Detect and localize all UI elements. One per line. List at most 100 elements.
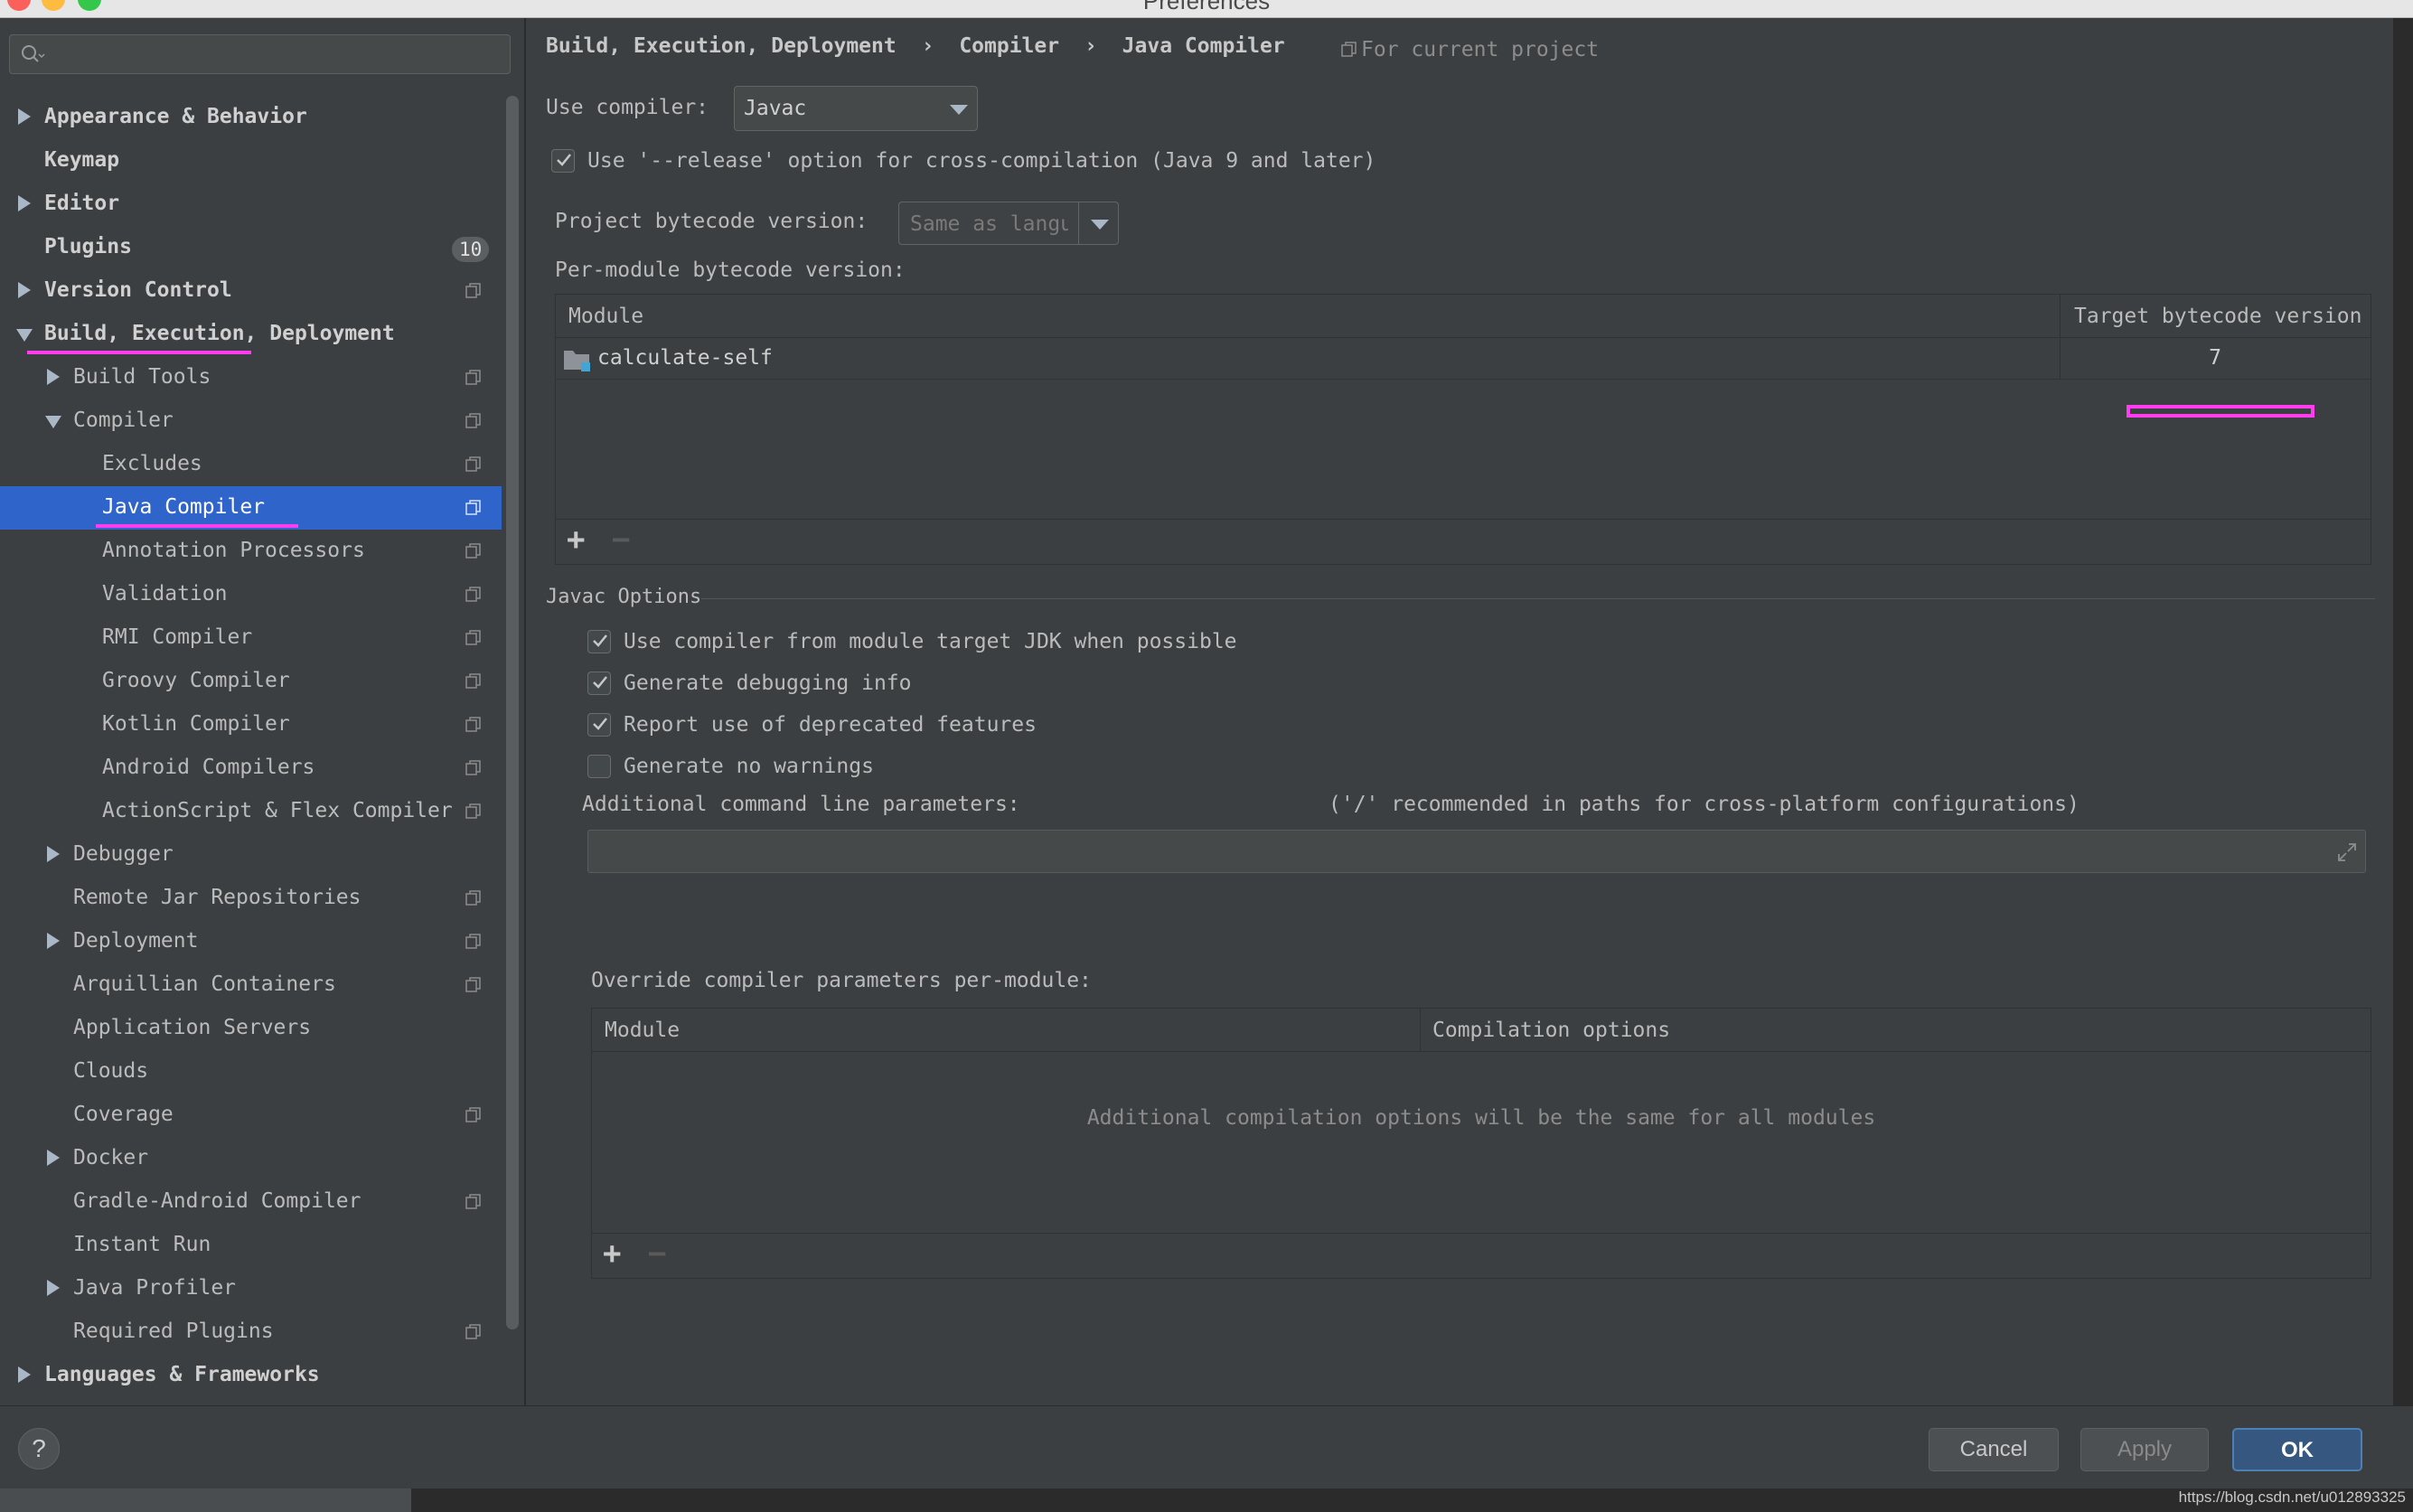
sidebar-item[interactable]: Remote Jar Repositories: [0, 877, 502, 920]
sidebar-item[interactable]: Tools: [0, 1397, 502, 1405]
sidebar-item-label: ActionScript & Flex Compiler: [102, 799, 453, 822]
sidebar-item[interactable]: ActionScript & Flex Compiler: [0, 790, 502, 833]
column-header-module[interactable]: Module: [568, 305, 643, 328]
sidebar-item[interactable]: Keymap: [0, 139, 502, 183]
sidebar-item[interactable]: Build Tools: [0, 356, 502, 399]
javac-options-title: Javac Options: [546, 586, 702, 608]
sidebar-item[interactable]: RMI Compiler: [0, 616, 502, 660]
option-checkbox-no-warnings[interactable]: [587, 755, 611, 778]
option-label[interactable]: Report use of deprecated features: [624, 713, 1037, 737]
sidebar-item-label: Groovy Compiler: [102, 669, 290, 692]
chevron-right-icon[interactable]: [47, 846, 60, 862]
option-label[interactable]: Generate no warnings: [624, 755, 874, 778]
highlight-underline: [27, 351, 251, 354]
chevron-right-icon[interactable]: [47, 1280, 60, 1296]
table-toolbar: + −: [592, 1233, 2371, 1278]
sidebar-item[interactable]: Excludes: [0, 443, 502, 486]
project-scope-icon: [465, 1194, 481, 1209]
cancel-button[interactable]: Cancel: [1929, 1428, 2059, 1471]
sidebar-item[interactable]: Appearance & Behavior: [0, 96, 502, 139]
add-override-button[interactable]: +: [603, 1235, 621, 1272]
release-option-label[interactable]: Use '--release' option for cross-compila…: [587, 149, 1376, 173]
column-header-module[interactable]: Module: [605, 1019, 680, 1042]
chevron-right-icon[interactable]: [18, 282, 31, 298]
project-bytecode-select[interactable]: Same as langu: [898, 202, 1119, 245]
table-row[interactable]: calculate-self 7: [556, 338, 2371, 380]
sidebar-item[interactable]: Languages & Frameworks: [0, 1354, 502, 1397]
project-scope-icon: [465, 500, 481, 515]
chevron-right-icon[interactable]: [18, 195, 31, 211]
ok-button[interactable]: OK: [2232, 1428, 2362, 1471]
sidebar-item[interactable]: Plugins 10: [0, 226, 502, 269]
sidebar-item[interactable]: Version Control: [0, 269, 502, 313]
sidebar-item[interactable]: Gradle-Android Compiler: [0, 1180, 502, 1224]
chevron-down-icon[interactable]: [16, 329, 33, 342]
group-divider: [701, 598, 2375, 599]
sidebar-item[interactable]: Arquillian Containers: [0, 963, 502, 1007]
additional-params-hint: ('/' recommended in paths for cross-plat…: [1329, 793, 2080, 816]
highlight-underline: [96, 524, 298, 528]
expand-icon[interactable]: [2336, 841, 2358, 863]
sidebar-item[interactable]: Editor: [0, 183, 502, 226]
breadcrumb-item[interactable]: Compiler: [959, 34, 1059, 58]
target-version-value[interactable]: 7: [2060, 346, 2371, 370]
option-checkbox-deprecated[interactable]: [587, 713, 611, 737]
chevron-down-icon[interactable]: [45, 416, 61, 428]
search-input[interactable]: [9, 34, 511, 74]
sidebar-item[interactable]: Docker: [0, 1137, 502, 1180]
for-current-project: For current project: [1341, 38, 1599, 61]
sidebar-item[interactable]: Java Profiler: [0, 1267, 502, 1310]
chevron-right-icon[interactable]: [47, 933, 60, 949]
sidebar-item[interactable]: Validation: [0, 573, 502, 616]
help-button[interactable]: ?: [18, 1428, 60, 1470]
bottom-strip: https://blog.csdn.net/u012893325: [0, 1489, 2413, 1512]
sidebar-item[interactable]: Annotation Processors: [0, 530, 502, 573]
column-header-target-version[interactable]: Target bytecode version: [2074, 305, 2362, 328]
chevron-right-icon[interactable]: [47, 1150, 60, 1166]
background-window-edge: [2393, 18, 2413, 1405]
breadcrumb-separator: ›: [921, 34, 934, 58]
sidebar-item-label: Excludes: [102, 452, 202, 475]
chevron-right-icon[interactable]: [18, 108, 31, 125]
breadcrumb-item: Java Compiler: [1122, 34, 1285, 58]
sidebar-item[interactable]: Groovy Compiler: [0, 660, 502, 703]
sidebar-item[interactable]: Coverage: [0, 1094, 502, 1137]
release-option-checkbox[interactable]: [551, 149, 575, 173]
additional-params-input[interactable]: [587, 830, 2366, 873]
sidebar-item-label: Annotation Processors: [102, 539, 365, 562]
breadcrumb-item[interactable]: Build, Execution, Deployment: [546, 34, 897, 58]
sidebar-item[interactable]: Compiler: [0, 399, 502, 443]
apply-button[interactable]: Apply: [2080, 1428, 2209, 1471]
project-scope-icon: [465, 890, 481, 906]
per-module-label: Per-module bytecode version:: [555, 258, 906, 282]
column-header-compilation-options[interactable]: Compilation options: [1432, 1019, 1670, 1042]
sidebar-item[interactable]: Deployment: [0, 920, 502, 963]
remove-module-button[interactable]: −: [612, 521, 630, 558]
breadcrumb: Build, Execution, Deployment › Compiler …: [546, 34, 1285, 58]
project-bytecode-label: Project bytecode version:: [555, 210, 868, 233]
sidebar-item[interactable]: Application Servers: [0, 1007, 502, 1050]
table-header: Module Compilation options: [592, 1009, 2371, 1052]
sidebar-item[interactable]: Android Compilers: [0, 747, 502, 790]
sidebar-scrollbar[interactable]: [506, 96, 519, 1329]
sidebar-item[interactable]: Build, Execution, Deployment: [0, 313, 502, 356]
sidebar-item[interactable]: Instant Run: [0, 1224, 502, 1267]
use-compiler-select[interactable]: Javac: [734, 86, 978, 131]
remove-override-button[interactable]: −: [648, 1235, 666, 1272]
option-checkbox-module-jdk[interactable]: [587, 630, 611, 653]
option-label[interactable]: Use compiler from module target JDK when…: [624, 630, 1237, 653]
chevron-right-icon[interactable]: [18, 1366, 31, 1383]
checkmark-icon: [593, 718, 607, 730]
add-module-button[interactable]: +: [567, 521, 585, 558]
sidebar-item[interactable]: Java Compiler: [0, 486, 502, 530]
sidebar-item[interactable]: Clouds: [0, 1050, 502, 1094]
sidebar-item-label: Keymap: [44, 148, 120, 172]
sidebar-item[interactable]: Required Plugins: [0, 1310, 502, 1354]
sidebar-item-label: Instant Run: [73, 1233, 211, 1256]
sidebar-item[interactable]: Kotlin Compiler: [0, 703, 502, 747]
sidebar-item-label: Java Profiler: [73, 1276, 237, 1300]
sidebar-item[interactable]: Debugger: [0, 833, 502, 877]
chevron-right-icon[interactable]: [47, 369, 60, 385]
option-label[interactable]: Generate debugging info: [624, 671, 912, 695]
option-checkbox-debug-info[interactable]: [587, 671, 611, 695]
